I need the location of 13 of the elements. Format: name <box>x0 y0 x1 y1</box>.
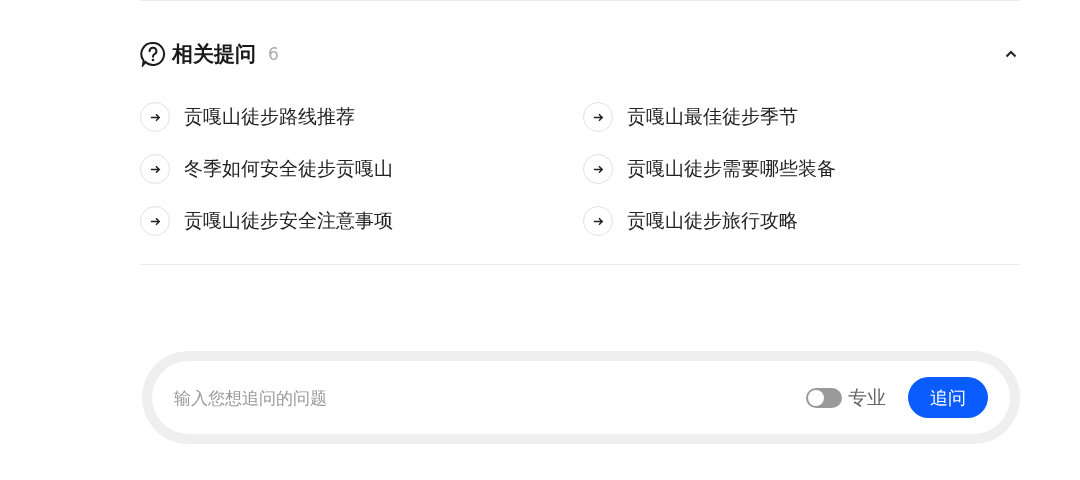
question-input-bar[interactable]: 输入您想追问的问题 专业 追问 <box>152 361 1010 434</box>
question-bubble-icon <box>140 41 166 67</box>
question-link[interactable]: 贡嘎山最佳徒步季节 <box>627 104 798 130</box>
question-link[interactable]: 贡嘎山徒步路线推荐 <box>184 104 355 130</box>
question-link[interactable]: 贡嘎山徒步安全注意事项 <box>184 208 393 234</box>
question-link[interactable]: 冬季如何安全徒步贡嘎山 <box>184 156 393 182</box>
question-count: 6 <box>268 44 279 64</box>
question-link[interactable]: 贡嘎山徒步旅行攻略 <box>627 208 798 234</box>
section-title: 相关提问 <box>172 41 256 68</box>
submit-button[interactable]: 追问 <box>908 377 988 418</box>
toggle-label: 专业 <box>848 384 886 410</box>
question-link[interactable]: 贡嘎山徒步需要哪些装备 <box>627 156 836 182</box>
toggle-switch[interactable] <box>806 387 842 408</box>
